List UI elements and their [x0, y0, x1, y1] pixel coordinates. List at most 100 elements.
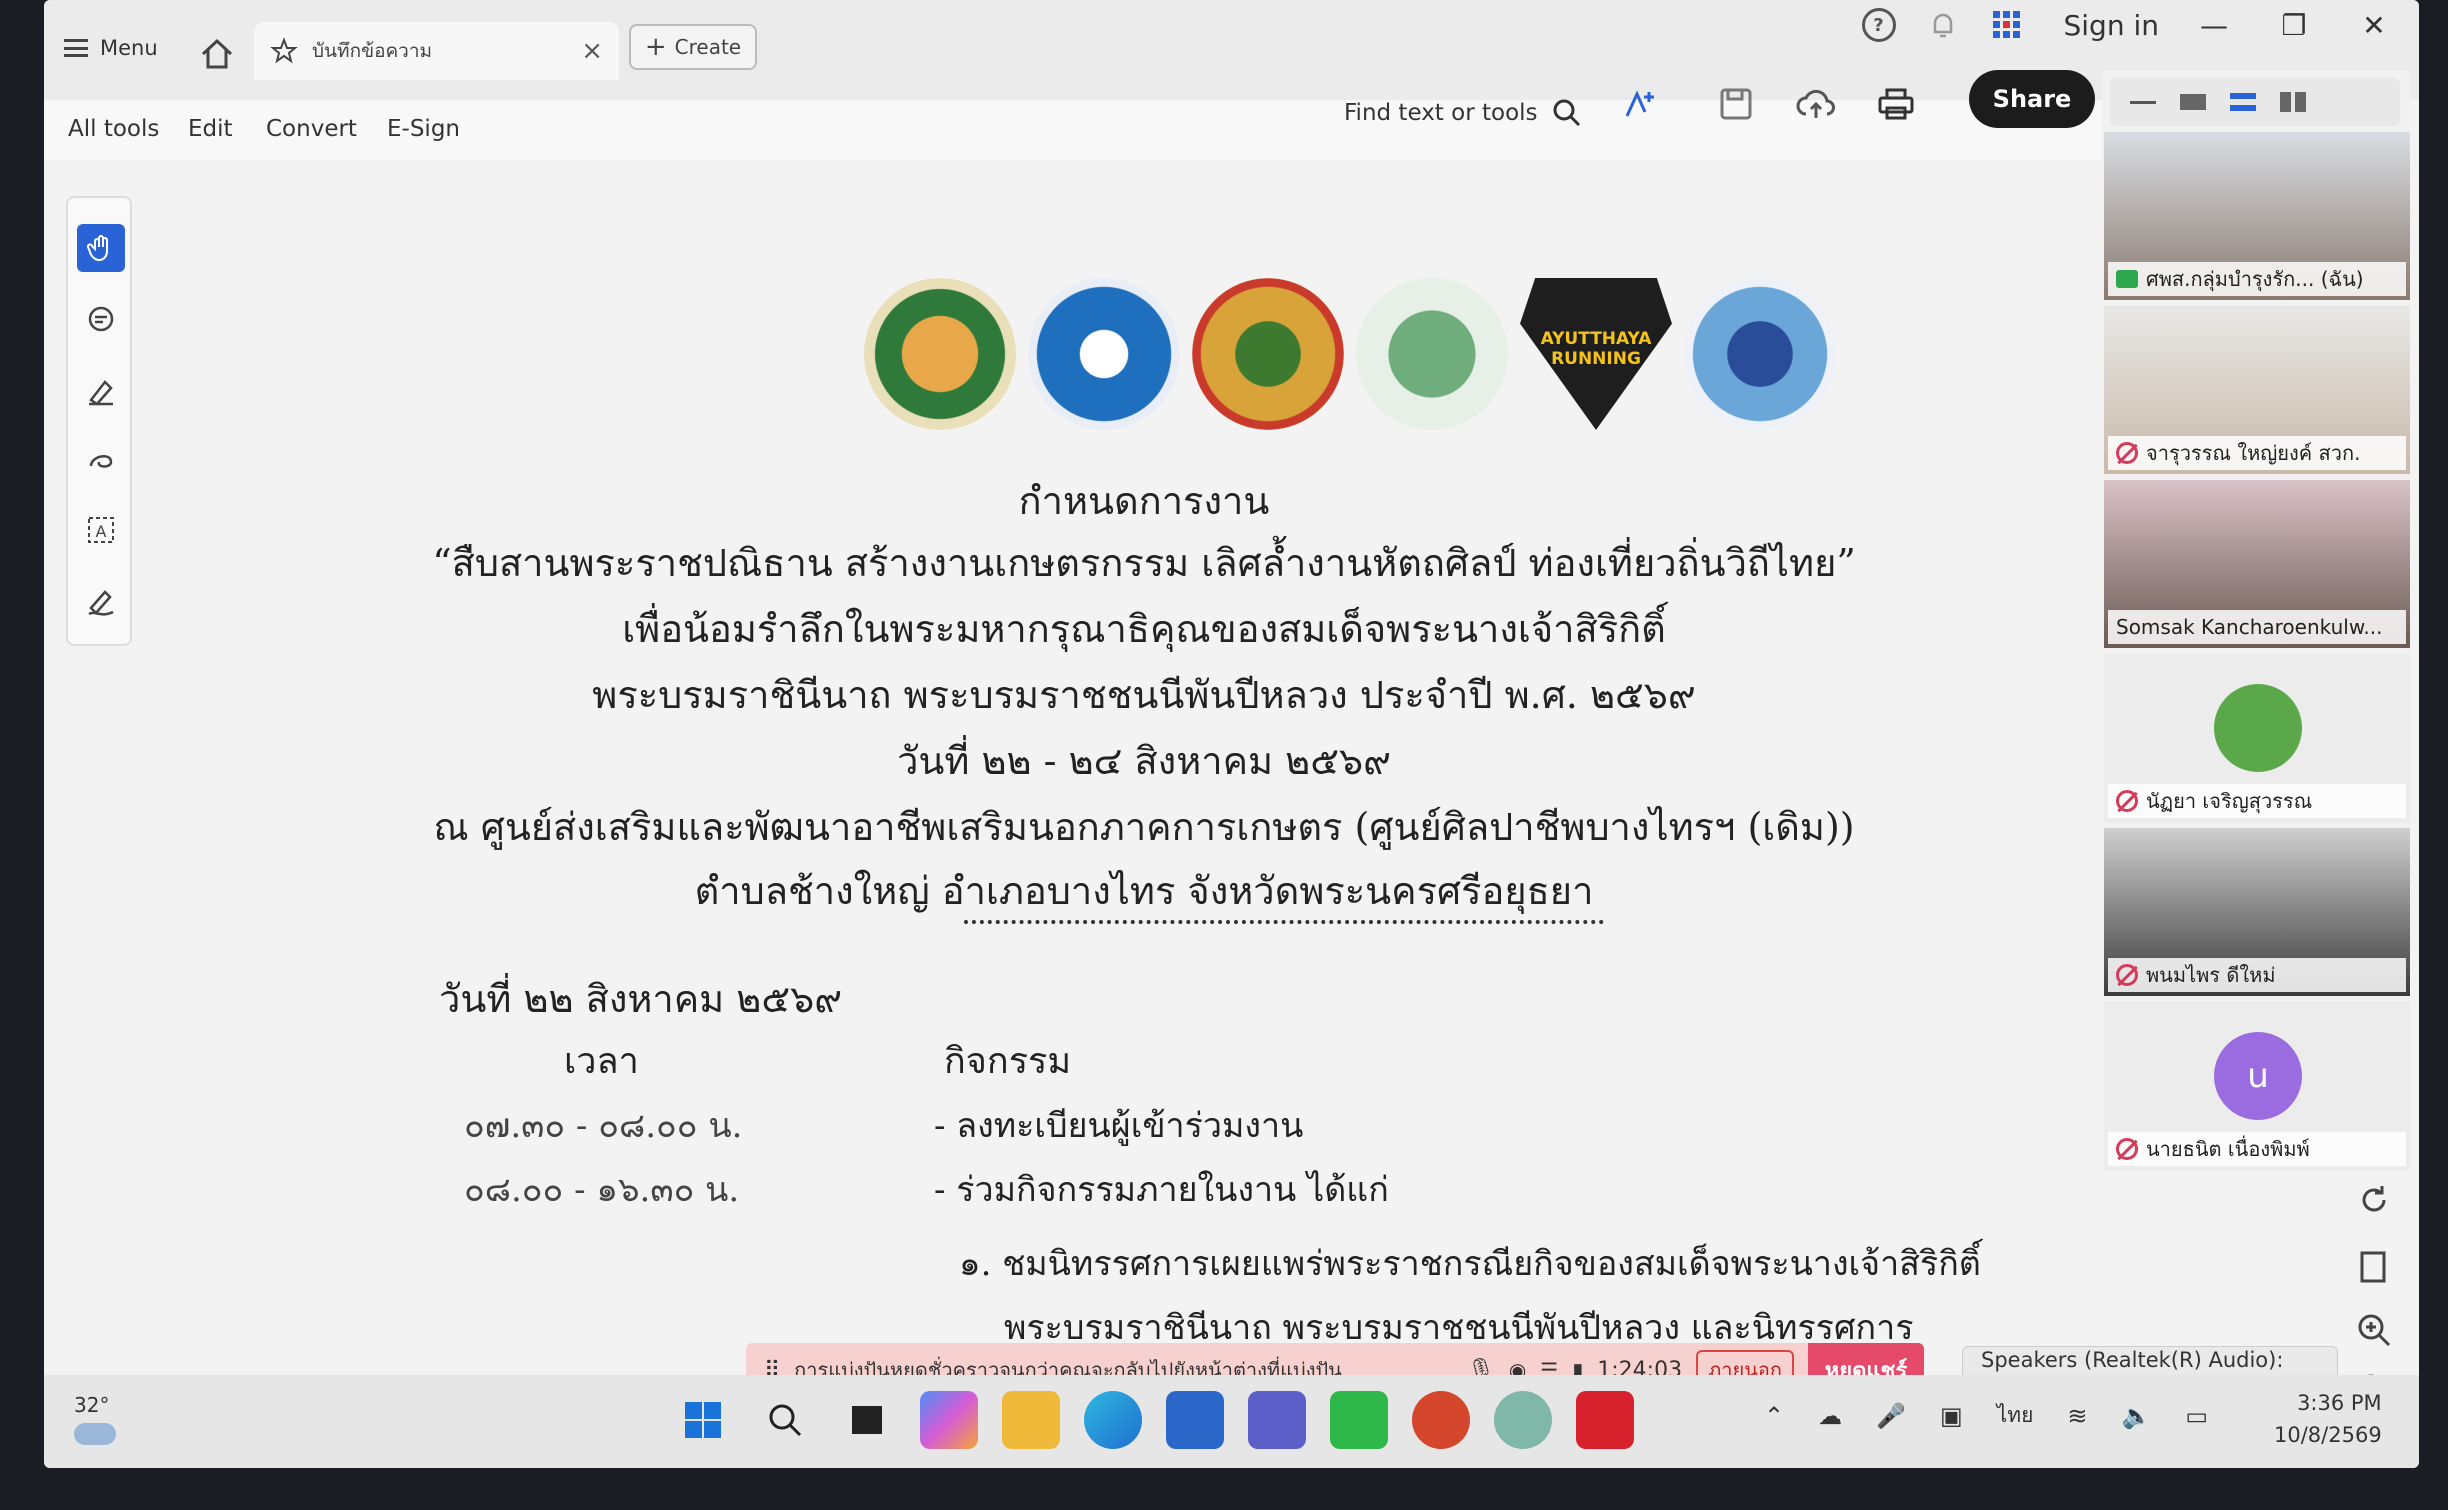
participant-tile[interactable]: พนมไพร ดีใหม่	[2104, 828, 2410, 996]
land-reform-logo	[1356, 278, 1508, 430]
participant-name-text: นายธนิต เนื่องพิมพ์	[2146, 1137, 2310, 1161]
star-icon[interactable]	[270, 37, 298, 65]
avatar: u	[2214, 1032, 2302, 1120]
battery-icon[interactable]: ▭	[2185, 1402, 2208, 1430]
language-indicator[interactable]: ไทย	[1997, 1399, 2034, 1432]
doc-line-5: ณ ศูนย์ส่งเสริมและพัฒนาอาชีพเสริมนอกภาคก…	[433, 805, 1855, 849]
wifi-icon[interactable]: ≋	[2067, 1402, 2087, 1430]
windows-start-icon[interactable]	[674, 1391, 732, 1449]
chevron-up-icon[interactable]: ⌃	[1764, 1402, 1784, 1430]
weather-widget[interactable]: 32°	[74, 1393, 116, 1445]
search-taskbar-icon[interactable]	[756, 1391, 814, 1449]
microphone-icon[interactable]: 🎤	[1876, 1402, 1906, 1430]
mic-muted-icon	[2116, 964, 2138, 986]
home-icon[interactable]	[199, 36, 235, 72]
participant-name-text: จารุวรรณ ใหญ่ยงค์ สวก.	[2146, 441, 2361, 465]
create-button[interactable]: + Create	[629, 24, 757, 70]
agriculture-ministry-logo	[864, 278, 1016, 430]
sign-in-link[interactable]: Sign in	[2064, 9, 2160, 42]
file-explorer-icon[interactable]	[1002, 1391, 1060, 1449]
sign-tool-icon[interactable]	[77, 576, 125, 624]
screen: Menu บันทึกข้อความ × + Create ? Sign in …	[44, 0, 2419, 1468]
doc-title-line: “สืบสานพระราชปณิธาน สร้างงานเกษตรกรรม เล…	[432, 541, 1856, 585]
esign-tab[interactable]: E-Sign	[387, 116, 460, 142]
participant-name: ศพส.กลุ่มบำรุงรัก... (ฉัน)	[2108, 262, 2406, 296]
mic-muted-icon	[2116, 442, 2138, 464]
document-tab[interactable]: บันทึกข้อความ ×	[254, 22, 619, 80]
screen-capture-icon[interactable]: ▣	[1940, 1402, 1963, 1430]
view-layout-bar	[2110, 78, 2400, 126]
taskbar-apps	[674, 1391, 1634, 1449]
find-label: Find text or tools	[1344, 100, 1538, 126]
ayutthaya-running-logo: AYUTTHAYA RUNNING	[1520, 278, 1672, 430]
grid-view-icon[interactable]	[2280, 92, 2306, 112]
convert-tab[interactable]: Convert	[266, 116, 357, 142]
cloud-upload-icon[interactable]	[1794, 82, 1838, 126]
acrobat-icon[interactable]	[1576, 1391, 1634, 1449]
ai-assistant-icon[interactable]	[1619, 82, 1663, 126]
page-thumbnail-icon[interactable]	[2354, 1248, 2394, 1288]
rotate-icon[interactable]	[2354, 1180, 2394, 1220]
screen-share-icon	[2116, 270, 2138, 288]
participant-name-text: พนมไพร ดีใหม่	[2146, 963, 2276, 987]
royal-emblem-logo	[1192, 278, 1344, 430]
participant-tile[interactable]: นัฏยา เจริญสุวรรณ	[2104, 654, 2410, 822]
window-controls: ? Sign in — ❐ ✕	[1861, 8, 2400, 42]
share-button[interactable]: Share	[1969, 70, 2095, 128]
activity-item-1: ๑. ชมนิทรรศการเผยแพร่พระราชกรณียกิจของสม…	[959, 1244, 1981, 1284]
apps-grid-icon[interactable]	[1990, 8, 2024, 42]
draw-tool-icon[interactable]	[77, 436, 125, 484]
text-select-tool-icon[interactable]: A	[77, 506, 125, 554]
minimize-icon[interactable]: —	[2189, 9, 2239, 42]
store-icon[interactable]	[1166, 1391, 1224, 1449]
bell-icon[interactable]	[1926, 8, 1960, 42]
schedule-activity: - ร่วมกิจกรรมภายในงาน ได้แก่	[934, 1170, 1389, 1210]
onedrive-icon[interactable]: ☁	[1818, 1402, 1842, 1430]
zoom-in-icon[interactable]	[2354, 1310, 2394, 1350]
participant-name-text: Somsak Kancharoenkulw...	[2116, 615, 2383, 639]
schedule-time: ๐๘.๐๐ - ๑๖.๓๐ น.	[464, 1170, 740, 1210]
line-app-icon[interactable]	[1330, 1391, 1388, 1449]
menu-button[interactable]: Menu	[64, 36, 158, 60]
participant-tile[interactable]: ศพส.กลุ่มบำรุงรัก... (ฉัน)	[2104, 132, 2410, 300]
participant-name: จารุวรรณ ใหญ่ยงค์ สวก.	[2108, 436, 2406, 470]
activity-column-header: กิจกรรม	[944, 1041, 1072, 1082]
close-tab-icon[interactable]: ×	[581, 36, 603, 66]
edge-icon[interactable]	[1084, 1391, 1142, 1449]
participant-tile[interactable]: Somsak Kancharoenkulw...	[2104, 480, 2410, 648]
teams-icon[interactable]	[1248, 1391, 1306, 1449]
clock[interactable]: 3:36 PM 10/8/2569	[2274, 1387, 2382, 1451]
speaker-view-icon[interactable]	[2180, 94, 2206, 110]
clock-time: 3:36 PM	[2297, 1391, 2382, 1415]
bang-sai-center-logo	[1684, 278, 1836, 430]
copilot-icon[interactable]	[920, 1391, 978, 1449]
task-view-icon[interactable]	[838, 1391, 896, 1449]
search-icon	[1553, 99, 1580, 127]
hand-tool-icon[interactable]	[77, 224, 125, 272]
maximize-icon[interactable]: ❐	[2269, 9, 2319, 42]
help-icon[interactable]: ?	[1861, 8, 1896, 42]
volume-icon[interactable]: 🔈	[2122, 1402, 2152, 1430]
strip-view-icon[interactable]	[2230, 93, 2256, 111]
close-window-icon[interactable]: ✕	[2349, 9, 2399, 42]
powerpoint-icon[interactable]	[1412, 1391, 1470, 1449]
edit-tab[interactable]: Edit	[188, 116, 233, 142]
save-icon[interactable]	[1714, 82, 1758, 126]
doc-line-6: ตำบลช้างใหญ่ อำเภอบางไทร จังหวัดพระนครศร…	[694, 869, 1594, 913]
pdf-document: AYUTTHAYA RUNNING กำหนดการงาน “สืบสานพระ…	[164, 160, 2124, 1375]
cloud-icon	[74, 1423, 116, 1445]
participant-name: นัฏยา เจริญสุวรรณ	[2108, 784, 2406, 818]
minimize-panel-icon[interactable]	[2130, 100, 2156, 104]
taskbar: 32° ⌃ ☁ 🎤 ▣ ไทย ≋ 🔈 ▭ 3:36 PM 10/8/2569	[44, 1375, 2419, 1468]
print-icon[interactable]	[1874, 82, 1918, 126]
participant-tile[interactable]: u นายธนิต เนื่องพิมพ์	[2104, 1002, 2410, 1170]
meeting-participants-panel: ศพส.กลุ่มบำรุงรัก... (ฉัน) จารุวรรณ ใหญ่…	[2102, 70, 2410, 1170]
all-tools-tab[interactable]: All tools	[68, 116, 159, 142]
participant-tile[interactable]: จารุวรรณ ใหญ่ยงค์ สวก.	[2104, 306, 2410, 474]
avatar	[2214, 684, 2302, 772]
comment-tool-icon[interactable]	[77, 296, 125, 344]
create-label: Create	[674, 35, 742, 59]
highlight-tool-icon[interactable]	[77, 366, 125, 414]
find-search[interactable]: Find text or tools	[1344, 98, 1582, 128]
meeting-app-icon[interactable]	[1494, 1391, 1552, 1449]
